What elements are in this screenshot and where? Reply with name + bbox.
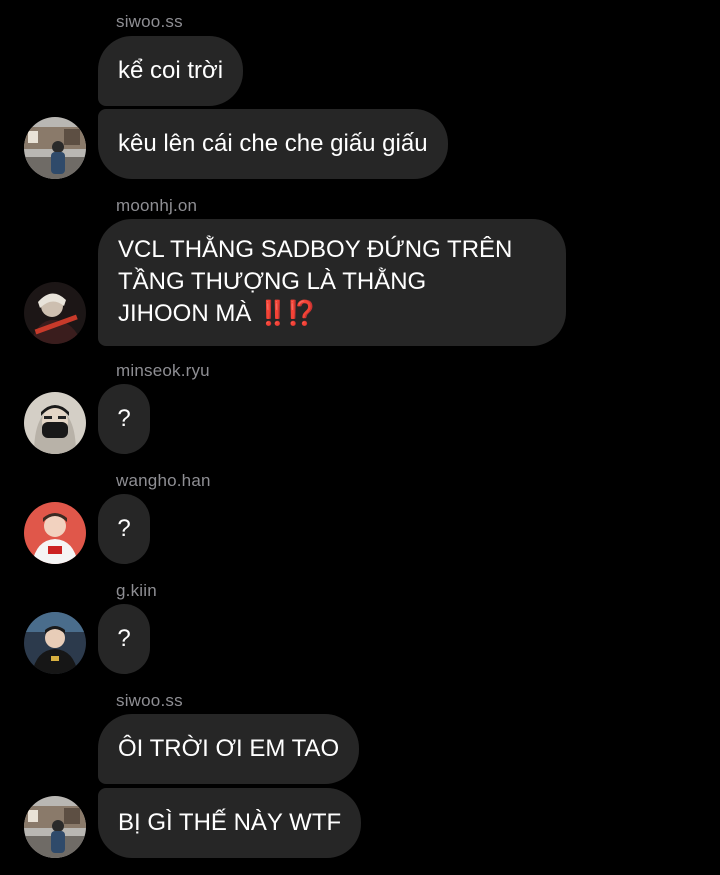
message-text: ?: [117, 625, 131, 652]
avatar[interactable]: [24, 612, 86, 674]
avatar[interactable]: [24, 502, 86, 564]
message-text: kêu lên cái che che giấu giấu: [118, 130, 428, 157]
message-bubble[interactable]: kêu lên cái che che giấu giấu: [98, 109, 448, 179]
avatar-photo-team-icon: [24, 612, 86, 674]
avatar[interactable]: [24, 282, 86, 344]
message-line: TẦNG THƯỢNG LÀ THẰNG: [118, 268, 427, 295]
message-bubble[interactable]: ?: [98, 384, 150, 454]
message-bubble[interactable]: ?: [98, 604, 150, 674]
sender-name: siwoo.ss: [116, 691, 183, 710]
message-line: JIHOON MÀ: [118, 300, 252, 327]
message-text: ?: [117, 515, 131, 542]
sender-name: g.kiin: [116, 581, 157, 600]
message-text: BỊ GÌ THẾ NÀY WTF: [118, 809, 342, 836]
message-text: kể coi trời: [118, 57, 224, 84]
chat-thread: siwoo.ss kể coi trời kêu lên cái che che…: [0, 0, 720, 875]
avatar[interactable]: [24, 392, 86, 454]
exclamation-question-emoji: ‼️⁉️: [258, 300, 317, 327]
message-line-with-emoji: JIHOON MÀ ‼️⁉️: [118, 298, 544, 330]
message-bubble[interactable]: kể coi trời: [98, 36, 244, 106]
message-text: ?: [117, 405, 131, 432]
avatar[interactable]: [24, 117, 86, 179]
avatar-photo-masked-icon: [24, 392, 86, 454]
message-line: VCL THẰNG SADBOY ĐỨNG TRÊN: [118, 236, 513, 263]
avatar-photo-red-icon: [24, 502, 86, 564]
avatar-photo-street-icon: [24, 117, 86, 179]
message-bubble[interactable]: VCL THẰNG SADBOY ĐỨNG TRÊN TẦNG THƯỢNG L…: [98, 219, 566, 346]
sender-name: siwoo.ss: [116, 12, 183, 31]
message-bubble[interactable]: ÔI TRỜI ƠI EM TAO: [98, 714, 360, 784]
avatar[interactable]: [24, 796, 86, 858]
avatar-photo-dark-icon: [24, 282, 86, 344]
sender-name: wangho.han: [116, 471, 211, 490]
sender-name: minseok.ryu: [116, 361, 210, 380]
message-bubble[interactable]: ?: [98, 494, 150, 564]
message-bubble[interactable]: BỊ GÌ THẾ NÀY WTF: [98, 788, 362, 858]
sender-name: moonhj.on: [116, 196, 198, 215]
avatar-photo-street-icon: [24, 796, 86, 858]
message-text: ÔI TRỜI ƠI EM TAO: [118, 735, 340, 762]
